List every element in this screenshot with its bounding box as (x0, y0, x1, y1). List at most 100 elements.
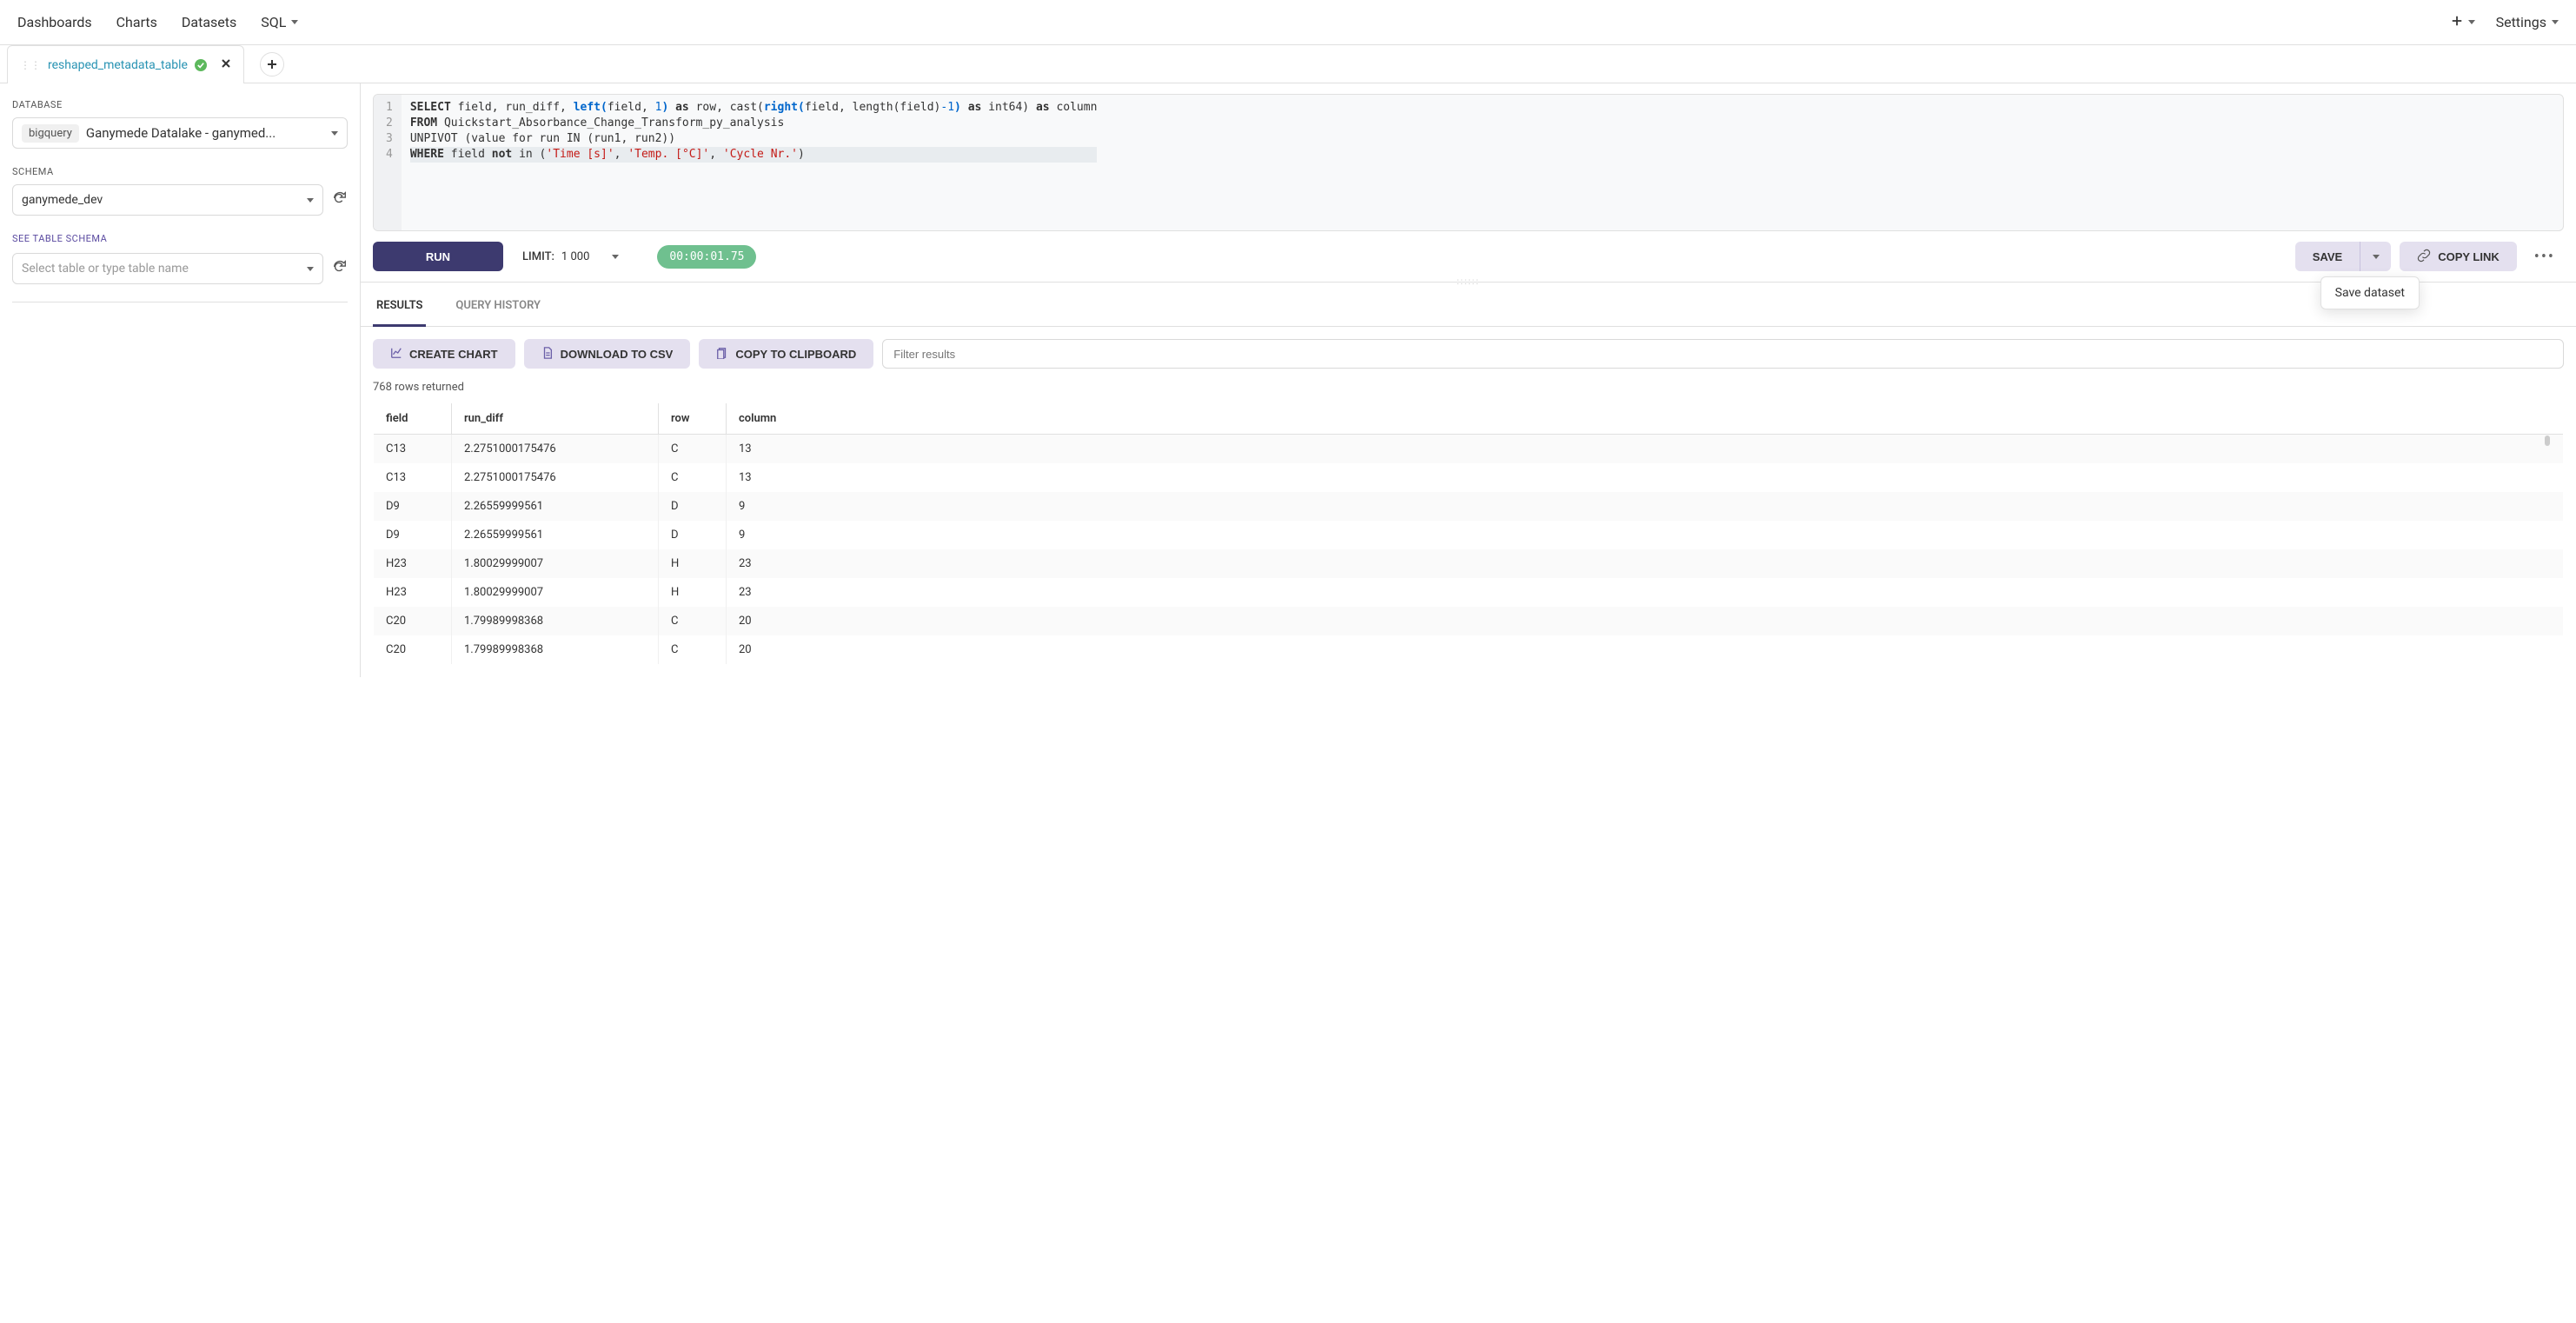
scrollbar-thumb[interactable] (2545, 435, 2550, 446)
table-select[interactable]: Select table or type table name (12, 253, 323, 284)
database-select[interactable]: bigquery Ganymede Datalake - ganymed... (12, 117, 348, 149)
copy-clipboard-label: COPY TO CLIPBOARD (735, 348, 856, 361)
table-cell: C (659, 435, 727, 464)
table-row: C201.79989998368C20 (374, 635, 2564, 665)
table-cell: C (659, 463, 727, 492)
schema-label: SCHEMA (12, 166, 348, 177)
query-toolbar: RUN LIMIT: 1 000 00:00:01.75 SAVE (361, 231, 2576, 283)
tab-results[interactable]: RESULTS (373, 287, 426, 327)
table-cell: 1.79989998368 (452, 635, 659, 665)
results-subtabs: RESULTS QUERY HISTORY (361, 287, 2576, 327)
editor-gutter: 1234 (374, 95, 402, 230)
save-button-group: SAVE (2295, 242, 2391, 271)
add-tab-button[interactable] (260, 52, 284, 76)
close-tab-button[interactable] (221, 58, 231, 72)
create-chart-label: CREATE CHART (409, 348, 498, 361)
copy-link-label: COPY LINK (2438, 250, 2500, 263)
tab-query-history[interactable]: QUERY HISTORY (452, 287, 544, 326)
table-placeholder: Select table or type table name (22, 262, 189, 276)
table-cell: H (659, 578, 727, 607)
table-cell: 1.79989998368 (452, 607, 659, 635)
table-cell: D (659, 521, 727, 549)
column-header[interactable]: row (659, 403, 727, 435)
caret-down-icon (2552, 20, 2559, 24)
table-cell: 13 (727, 463, 2564, 492)
plus-icon (2451, 14, 2463, 30)
table-cell: 9 (727, 521, 2564, 549)
nav-settings-label: Settings (2496, 14, 2546, 30)
schema-select[interactable]: ganymede_dev (12, 184, 323, 216)
table-cell: C (659, 635, 727, 665)
table-cell: D9 (374, 492, 452, 521)
limit-label: LIMIT: (522, 250, 554, 263)
sql-editor[interactable]: 1234 SELECT field, run_diff, left(field,… (373, 94, 2564, 231)
results-toolbar: CREATE CHART DOWNLOAD TO CSV COPY TO CLI… (361, 327, 2576, 381)
top-nav: Dashboards Charts Datasets SQL Settings (0, 0, 2576, 45)
db-name: Ganymede Datalake - ganymed... (86, 125, 324, 141)
column-header[interactable]: field (374, 403, 452, 435)
copy-clipboard-button[interactable]: COPY TO CLIPBOARD (699, 339, 873, 369)
db-engine-badge: bigquery (22, 124, 79, 143)
nav-sql[interactable]: SQL (261, 14, 298, 30)
table-cell: 2.2751000175476 (452, 435, 659, 464)
create-chart-button[interactable]: CREATE CHART (373, 339, 515, 369)
table-cell: 1.80029999007 (452, 549, 659, 578)
table-cell: 13 (727, 435, 2564, 464)
table-row: D92.26559999561D9 (374, 521, 2564, 549)
nav-charts[interactable]: Charts (116, 14, 157, 30)
run-button[interactable]: RUN (373, 242, 503, 271)
filter-results-input[interactable] (882, 339, 2564, 369)
table-row: C201.79989998368C20 (374, 607, 2564, 635)
database-label: DATABASE (12, 99, 348, 110)
nav-settings[interactable]: Settings (2496, 14, 2559, 30)
table-row: D92.26559999561D9 (374, 492, 2564, 521)
caret-down-icon (307, 267, 314, 271)
editor-code[interactable]: SELECT field, run_diff, left(field, 1) a… (402, 95, 1106, 230)
save-dropdown-menu: Save dataset (2320, 276, 2420, 309)
nav-datasets[interactable]: Datasets (182, 14, 236, 30)
table-cell: H (659, 549, 727, 578)
table-cell: D9 (374, 521, 452, 549)
table-row: C132.2751000175476C13 (374, 435, 2564, 464)
success-check-icon (195, 59, 207, 71)
nav-sql-label: SQL (261, 14, 286, 30)
table-cell: H23 (374, 578, 452, 607)
table-cell: 2.2751000175476 (452, 463, 659, 492)
more-actions-button[interactable]: ••• (2526, 248, 2564, 266)
caret-down-icon (291, 20, 298, 24)
caret-down-icon (612, 255, 619, 259)
query-tab[interactable]: ⋮⋮ reshaped_metadata_table (7, 45, 244, 83)
caret-down-icon (2468, 20, 2475, 24)
save-dropdown-button[interactable] (2360, 242, 2391, 271)
caret-down-icon (2373, 255, 2380, 259)
table-row: H231.80029999007H23 (374, 578, 2564, 607)
refresh-tables-button[interactable] (332, 259, 348, 278)
tab-bar: ⋮⋮ reshaped_metadata_table (0, 45, 2576, 83)
column-header[interactable]: run_diff (452, 403, 659, 435)
clipboard-icon (716, 347, 728, 362)
table-cell: 23 (727, 549, 2564, 578)
table-cell: D (659, 492, 727, 521)
save-dataset-item[interactable]: Save dataset (2335, 286, 2405, 300)
limit-selector[interactable]: LIMIT: 1 000 (522, 250, 619, 263)
download-csv-button[interactable]: DOWNLOAD TO CSV (524, 339, 691, 369)
table-row: H231.80029999007H23 (374, 549, 2564, 578)
schema-value: ganymede_dev (22, 193, 103, 207)
results-table: fieldrun_diffrowcolumn C132.275100017547… (373, 402, 2564, 665)
nav-dashboards[interactable]: Dashboards (17, 14, 92, 30)
tab-name: reshaped_metadata_table (48, 58, 188, 72)
column-header[interactable]: column (727, 403, 2564, 435)
file-icon (541, 347, 554, 362)
save-button[interactable]: SAVE (2295, 242, 2360, 271)
nav-add[interactable] (2451, 14, 2475, 30)
sidebar: DATABASE bigquery Ganymede Datalake - ga… (0, 83, 361, 677)
table-cell: 1.80029999007 (452, 578, 659, 607)
table-cell: 20 (727, 607, 2564, 635)
refresh-schema-button[interactable] (332, 190, 348, 209)
table-cell: H23 (374, 549, 452, 578)
see-table-schema-label: SEE TABLE SCHEMA (12, 233, 348, 244)
copy-link-button[interactable]: COPY LINK (2400, 242, 2517, 271)
link-icon (2417, 249, 2431, 265)
table-cell: C20 (374, 607, 452, 635)
table-cell: C13 (374, 435, 452, 464)
